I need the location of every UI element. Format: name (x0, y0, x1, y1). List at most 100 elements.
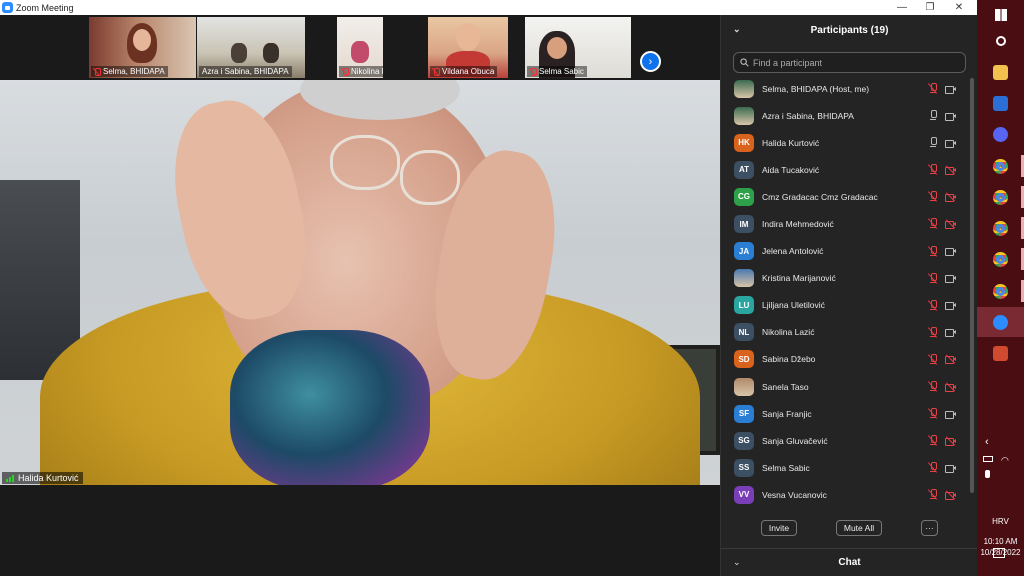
muted-mic-icon[interactable] (927, 164, 938, 176)
participant-row[interactable]: NL Nikolina Lazić (721, 319, 968, 346)
next-page-icon[interactable]: › (640, 51, 661, 72)
chrome-icon (993, 189, 1008, 205)
participant-search-box[interactable] (733, 52, 966, 73)
participant-status-icons (927, 408, 956, 419)
participant-status-icons (927, 191, 956, 203)
participant-name: Selma, BHIDAPA (Host, me) (762, 83, 870, 94)
mic-icon[interactable] (929, 110, 937, 121)
video-off-icon[interactable] (945, 436, 956, 446)
mic-icon[interactable] (929, 137, 937, 148)
participant-row[interactable]: Sanela Taso (721, 373, 968, 400)
video-off-icon[interactable] (945, 192, 956, 202)
microphone-icon[interactable] (985, 470, 990, 478)
video-off-icon[interactable] (945, 165, 956, 175)
taskbar-app[interactable] (977, 276, 1024, 306)
input-language[interactable]: HRV (977, 516, 1024, 527)
muted-mic-icon[interactable] (927, 381, 938, 392)
taskbar-app[interactable] (977, 119, 1024, 149)
taskbar-app[interactable] (977, 182, 1024, 212)
muted-mic-icon[interactable] (927, 353, 938, 365)
participant-row[interactable]: Kristina Marijanović (721, 265, 968, 292)
chrome-icon (993, 283, 1008, 299)
taskbar-app[interactable] (977, 244, 1024, 274)
wifi-icon[interactable]: ◠ (1001, 455, 1009, 466)
participant-row[interactable]: SD Sabina Džebo (721, 346, 968, 373)
video-camera-icon[interactable] (945, 247, 956, 257)
participant-name: Indira Mehmedović (762, 219, 834, 230)
video-thumbnail[interactable]: Nikolina Lazić (337, 17, 383, 78)
participant-row[interactable]: AT Aida Tucaković (721, 156, 968, 183)
video-camera-icon[interactable] (945, 301, 956, 311)
participant-row[interactable]: JA Jelena Antolović (721, 238, 968, 265)
search-input[interactable] (753, 57, 953, 68)
taskbar-app[interactable] (977, 57, 1024, 87)
video-off-icon[interactable] (945, 354, 956, 365)
video-thumbnail[interactable]: Selma, BHIDAPA (89, 17, 196, 78)
muted-mic-icon[interactable] (927, 245, 938, 257)
participant-name: Selma Sabic (762, 462, 810, 473)
video-thumbnail[interactable]: Azra i Sabina, BHIDAPA (197, 17, 305, 78)
file-explorer-icon (993, 64, 1008, 80)
mute-all-button[interactable]: Mute All (836, 520, 882, 536)
taskbar-app[interactable] (977, 151, 1024, 181)
participant-status-icons (927, 353, 956, 365)
search-icon (995, 36, 1006, 46)
participant-row[interactable]: SS Selma Sabic (721, 454, 968, 481)
avatar: IM (734, 215, 754, 234)
video-thumbnail[interactable]: Vildana Obuca (428, 17, 508, 78)
participant-row[interactable]: Azra i Sabina, BHIDAPA (721, 102, 968, 129)
chevron-left-icon[interactable]: ‹ (985, 436, 989, 448)
zoom-app-icon (2, 2, 13, 13)
participant-row[interactable]: Selma, BHIDAPA (Host, me) (721, 75, 968, 102)
muted-mic-icon[interactable] (927, 462, 938, 474)
video-off-icon[interactable] (945, 381, 956, 392)
video-camera-icon[interactable] (945, 274, 956, 284)
maximize-button[interactable]: ❐ (915, 0, 945, 15)
battery-icon[interactable] (983, 456, 993, 462)
participant-list-scrollbar[interactable] (970, 78, 974, 493)
muted-mic-icon[interactable] (927, 272, 938, 284)
video-camera-icon[interactable] (945, 464, 956, 473)
video-camera-icon[interactable] (945, 85, 956, 94)
minimize-button[interactable]: — (887, 0, 917, 15)
muted-mic-icon[interactable] (927, 299, 938, 311)
video-off-icon[interactable] (945, 490, 956, 500)
notifications-icon[interactable] (993, 548, 1005, 558)
chat-header[interactable]: ⌄ Chat (721, 548, 978, 576)
video-camera-icon[interactable] (945, 328, 956, 338)
taskbar-app[interactable] (977, 26, 1024, 56)
muted-mic-icon[interactable] (927, 435, 938, 447)
participant-row[interactable]: HK Halida Kurtović (721, 129, 968, 156)
video-camera-icon[interactable] (945, 139, 956, 148)
taskbar-app[interactable] (977, 338, 1024, 368)
participant-row[interactable]: IM Indira Mehmedović (721, 210, 968, 237)
taskbar-app[interactable] (977, 88, 1024, 118)
muted-mic-icon[interactable] (927, 191, 938, 203)
participant-row[interactable]: SG Sanja Gluvačević (721, 427, 968, 454)
video-camera-icon[interactable] (945, 410, 956, 419)
chevron-down-icon[interactable]: ⌄ (733, 24, 741, 35)
participant-row[interactable]: LU Ljiljana Uletilović (721, 292, 968, 319)
muted-mic-icon[interactable] (927, 218, 938, 230)
muted-mic-icon[interactable] (927, 326, 938, 338)
powerpoint-icon (993, 345, 1008, 361)
search-icon (740, 58, 749, 67)
video-off-icon[interactable] (945, 219, 956, 229)
chevron-down-icon[interactable]: ⌄ (733, 557, 741, 568)
video-thumbnail[interactable]: Selma Sabic (525, 17, 631, 78)
participant-row[interactable]: SF Sanja Franjic (721, 400, 968, 427)
speaker-glasses (330, 135, 400, 190)
participant-row[interactable]: VV Vesna Vucanovic (721, 481, 968, 508)
participant-row[interactable]: CG Cmz Gradacac Cmz Gradacac (721, 183, 968, 210)
taskbar-app[interactable] (977, 307, 1024, 337)
more-options-button[interactable]: ··· (921, 520, 938, 536)
muted-mic-icon[interactable] (927, 489, 938, 501)
video-camera-icon[interactable] (945, 112, 956, 121)
muted-mic-icon[interactable] (927, 408, 938, 419)
taskbar-app[interactable] (977, 213, 1024, 243)
participant-status-icons (927, 218, 956, 230)
chat-title: Chat (838, 557, 861, 568)
muted-mic-icon[interactable] (927, 83, 938, 94)
close-button[interactable]: ✕ (944, 0, 974, 15)
invite-button[interactable]: Invite (761, 520, 797, 536)
